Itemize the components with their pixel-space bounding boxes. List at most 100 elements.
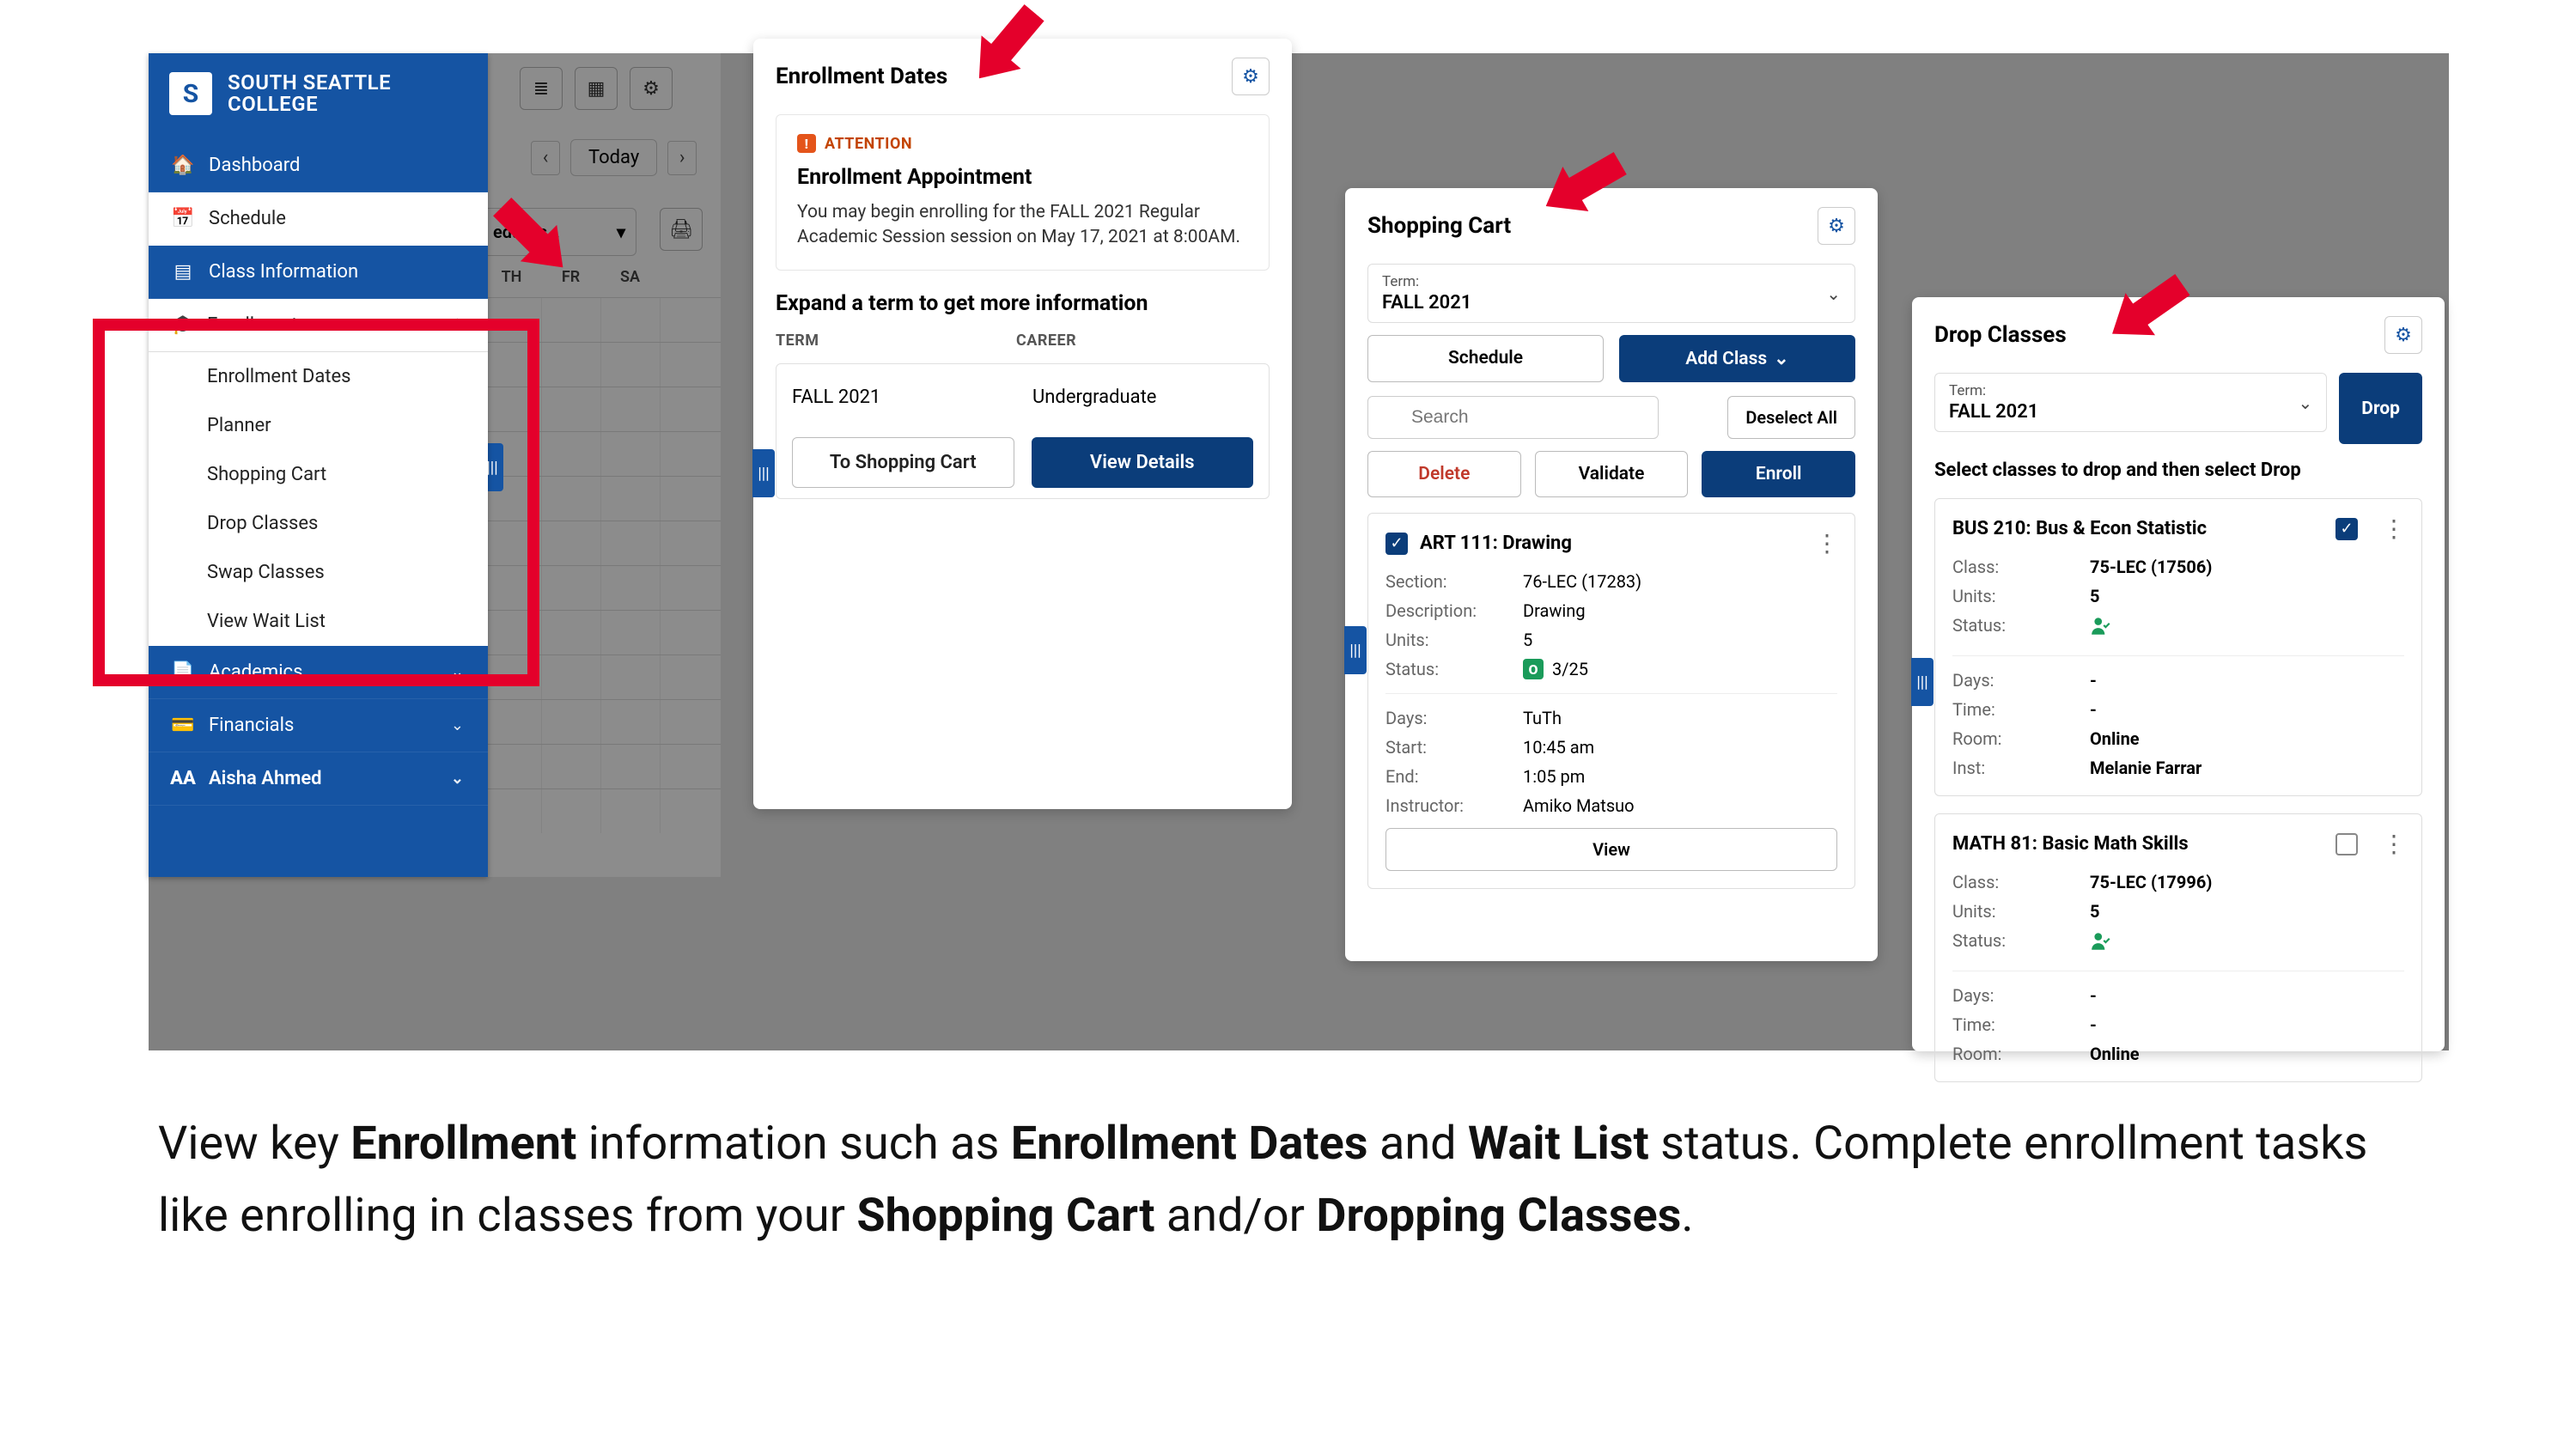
- chevron-down-icon: ⌄: [1826, 283, 1841, 304]
- drawer-handle-icon[interactable]: |||: [1344, 626, 1367, 674]
- value-description: Drawing: [1523, 600, 1837, 621]
- kebab-menu-icon[interactable]: ⋮: [2382, 514, 2404, 543]
- deselect-all-button[interactable]: Deselect All: [1727, 396, 1855, 439]
- sidebar-item-user[interactable]: AA Aisha Ahmed ⌄: [149, 752, 488, 806]
- value-class: 75-LEC (17996): [2090, 872, 2404, 892]
- home-icon: 🏠: [173, 155, 193, 176]
- term-select[interactable]: Term: FALL 2021 ⌄: [1934, 373, 2327, 432]
- label-units: Units:: [1952, 901, 2073, 922]
- course-head: MATH 81: Basic Math Skills ⋮: [1952, 830, 2404, 858]
- chevron-down-icon: ⌄: [2299, 393, 2313, 413]
- col-term: TERM: [776, 332, 1016, 350]
- value-start: 10:45 am: [1523, 737, 1837, 758]
- shopping-cart-panel: Shopping Cart ⚙ Term: FALL 2021 ⌄ Schedu…: [1345, 188, 1878, 961]
- sidebar-item-financials[interactable]: 💳 Financials ⌄: [149, 699, 488, 752]
- value-days: TuTh: [1523, 708, 1837, 728]
- label-start: Start:: [1385, 737, 1506, 758]
- calendar-icon: 📅: [173, 209, 193, 229]
- gear-icon[interactable]: ⚙: [1818, 207, 1855, 245]
- label-days: Days:: [1952, 985, 2073, 1006]
- checkbox-unchecked-icon[interactable]: [2335, 833, 2358, 855]
- term-select[interactable]: Term: FALL 2021 ⌄: [1367, 264, 1855, 323]
- enroll-button[interactable]: Enroll: [1702, 451, 1855, 497]
- attention-label: ATTENTION: [825, 135, 912, 153]
- gear-icon[interactable]: ⚙: [1232, 58, 1270, 95]
- value-room: Online: [2090, 728, 2404, 749]
- view-button[interactable]: View: [1385, 828, 1837, 871]
- career-value: Undergraduate: [1032, 387, 1156, 408]
- checkbox-checked-icon[interactable]: ✓: [2335, 518, 2358, 540]
- brand-line2: COLLEGE: [228, 94, 391, 115]
- drop-course-card-1: BUS 210: Bus & Econ Statistic ✓ ⋮ Class:…: [1934, 498, 2422, 796]
- status-text: 3/25: [1552, 659, 1588, 679]
- validate-button[interactable]: Validate: [1535, 451, 1689, 497]
- label-days: Days:: [1952, 670, 2073, 691]
- term-table-header: TERM CAREER: [776, 332, 1270, 350]
- drop-button[interactable]: Drop: [2339, 373, 2422, 444]
- drop-course-card-2: MATH 81: Basic Math Skills ⋮ Class: 75-L…: [1934, 813, 2422, 1082]
- panel-title: Shopping Cart: [1367, 213, 1511, 239]
- caption-text: View key Enrollment information such as …: [158, 1108, 2383, 1251]
- brand-line1: SOUTH SEATTLE: [228, 72, 391, 94]
- kebab-menu-icon[interactable]: ⋮: [2382, 830, 2404, 858]
- brand-text: SOUTH SEATTLE COLLEGE: [228, 72, 391, 115]
- status-open-icon: O: [1523, 659, 1544, 679]
- drop-top-row: Term: FALL 2021 ⌄ Drop: [1934, 373, 2422, 444]
- course-details: Section: 76-LEC (17283) Description: Dra…: [1385, 571, 1837, 679]
- label-units: Units:: [1952, 586, 2073, 606]
- col-career: CAREER: [1016, 332, 1076, 350]
- to-shopping-cart-button[interactable]: To Shopping Cart: [792, 437, 1014, 488]
- sidebar-item-dashboard[interactable]: 🏠 Dashboard: [149, 139, 488, 192]
- status-enrolled-icon: [2090, 930, 2112, 953]
- course-schedule: Days: - Time: - Room: Online: [1952, 985, 2404, 1064]
- card-icon: 💳: [173, 715, 193, 736]
- alert-icon: !: [797, 134, 816, 153]
- course-schedule: Days: - Time: - Room: Online Inst: Melan…: [1952, 670, 2404, 778]
- view-details-button[interactable]: View Details: [1032, 437, 1254, 488]
- chevron-down-icon: ⌄: [451, 716, 464, 734]
- drop-instruction: Select classes to drop and then select D…: [1934, 460, 2422, 481]
- term-label: Term:: [1382, 273, 1841, 290]
- drawer-handle-icon[interactable]: |||: [752, 449, 775, 497]
- value-room: Online: [2090, 1044, 2404, 1064]
- brand: S SOUTH SEATTLE COLLEGE: [149, 53, 488, 139]
- label-time: Time:: [1952, 699, 2073, 720]
- course-title: BUS 210: Bus & Econ Statistic: [1952, 518, 2207, 539]
- label-days: Days:: [1385, 708, 1506, 728]
- attention-box: ! ATTENTION Enrollment Appointment You m…: [776, 114, 1270, 271]
- sidebar-item-label: Schedule: [209, 208, 286, 229]
- search-wrap: 🔍: [1367, 396, 1714, 439]
- term-row[interactable]: FALL 2021 Undergraduate: [792, 374, 1253, 420]
- term-value: FALL 2021: [792, 387, 1032, 408]
- panel-title: Enrollment Dates: [776, 64, 947, 89]
- value-time: -: [2090, 699, 2404, 720]
- course-head: ✓ ART 111: Drawing ⋮: [1385, 529, 1837, 557]
- value-days: -: [2090, 670, 2404, 691]
- value-class: 75-LEC (17506): [2090, 557, 2404, 577]
- label-time: Time:: [1952, 1014, 2073, 1035]
- gear-icon[interactable]: ⚙: [2384, 316, 2422, 354]
- drawer-handle-icon[interactable]: |||: [1911, 658, 1934, 706]
- course-head: BUS 210: Bus & Econ Statistic ✓ ⋮: [1952, 514, 2404, 543]
- value-status: [2090, 615, 2404, 642]
- search-row: 🔍 Deselect All: [1367, 396, 1855, 439]
- search-input[interactable]: [1367, 396, 1659, 439]
- kebab-menu-icon[interactable]: ⋮: [1815, 529, 1837, 557]
- label-units: Units:: [1385, 630, 1506, 650]
- course-schedule: Days: TuTh Start: 10:45 am End: 1:05 pm …: [1385, 708, 1837, 816]
- checkbox-checked-icon[interactable]: ✓: [1385, 533, 1408, 555]
- label-description: Description:: [1385, 600, 1506, 621]
- highlight-red-box: [93, 319, 539, 686]
- sidebar-item-label: Aisha Ahmed: [209, 768, 322, 789]
- panel-body: Term: FALL 2021 ⌄ Schedule Add Class ⌄ 🔍…: [1345, 264, 1878, 911]
- add-class-button[interactable]: Add Class ⌄: [1619, 335, 1855, 382]
- chevron-down-icon: ⌄: [1774, 348, 1789, 369]
- label-status: Status:: [1952, 615, 2073, 642]
- value-inst: Melanie Farrar: [2090, 758, 2404, 778]
- delete-button[interactable]: Delete: [1367, 451, 1521, 497]
- sidebar-item-schedule[interactable]: 📅 Schedule: [149, 192, 488, 246]
- schedule-button[interactable]: Schedule: [1367, 335, 1604, 382]
- value-units: 5: [1523, 630, 1837, 650]
- sidebar-item-label: Financials: [209, 715, 294, 736]
- sidebar-item-class-information[interactable]: ▤ Class Information: [149, 246, 488, 299]
